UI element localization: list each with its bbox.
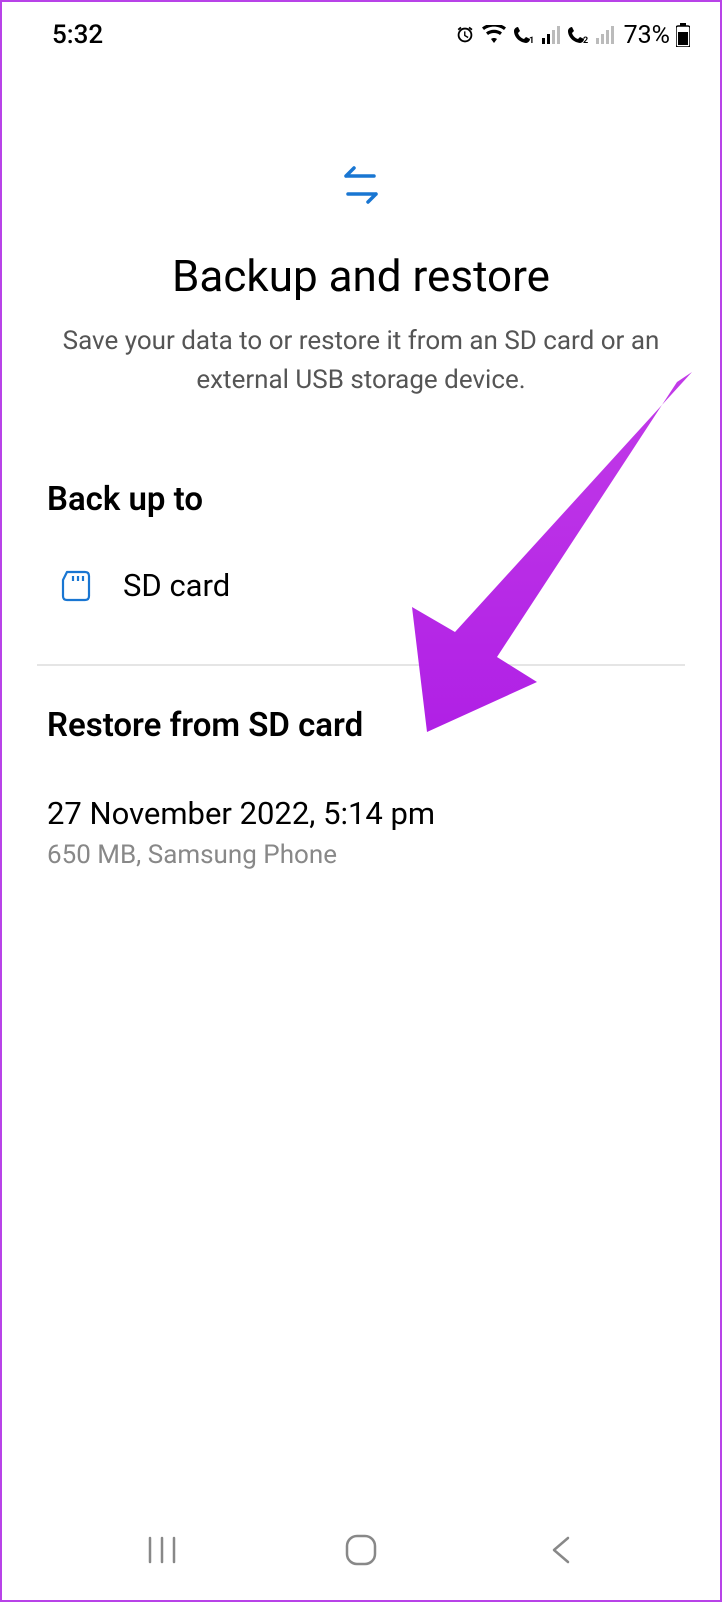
volte1-icon: 1	[512, 25, 536, 45]
transfer-icon	[336, 160, 386, 210]
sd-card-item[interactable]: SD card	[47, 559, 675, 634]
backup-date: 27 November 2022, 5:14 pm	[47, 795, 675, 832]
restore-section-header: Restore from SD card	[47, 706, 675, 745]
restore-section: Restore from SD card 27 November 2022, 5…	[2, 666, 720, 910]
sd-card-icon	[59, 569, 93, 603]
page-header: Backup and restore Save your data to or …	[2, 60, 720, 450]
sd-card-label: SD card	[123, 567, 230, 604]
battery-icon	[676, 23, 690, 47]
page-title: Backup and restore	[42, 250, 680, 302]
status-time: 5:32	[52, 20, 103, 50]
page-subtitle: Save your data to or restore it from an …	[42, 322, 680, 400]
backup-section: Back up to SD card	[2, 450, 720, 664]
volte2-icon: 2	[566, 25, 590, 45]
navigation-bar	[2, 1500, 720, 1600]
svg-text:1: 1	[529, 36, 534, 45]
backup-meta: 650 MB, Samsung Phone	[47, 840, 675, 870]
wifi-icon	[482, 25, 506, 45]
alarm-icon	[454, 24, 476, 46]
battery-percent: 73%	[624, 21, 670, 50]
home-button[interactable]	[336, 1530, 386, 1570]
backup-section-header: Back up to	[47, 480, 675, 519]
backup-entry[interactable]: 27 November 2022, 5:14 pm 650 MB, Samsun…	[47, 795, 675, 870]
svg-text:2: 2	[583, 36, 588, 45]
recents-button[interactable]	[137, 1530, 187, 1570]
signal2-icon	[596, 26, 614, 44]
signal1-icon	[542, 26, 560, 44]
status-bar: 5:32 1 2 73%	[2, 2, 720, 60]
back-button[interactable]	[535, 1530, 585, 1570]
status-icons: 1 2 73%	[454, 21, 690, 50]
